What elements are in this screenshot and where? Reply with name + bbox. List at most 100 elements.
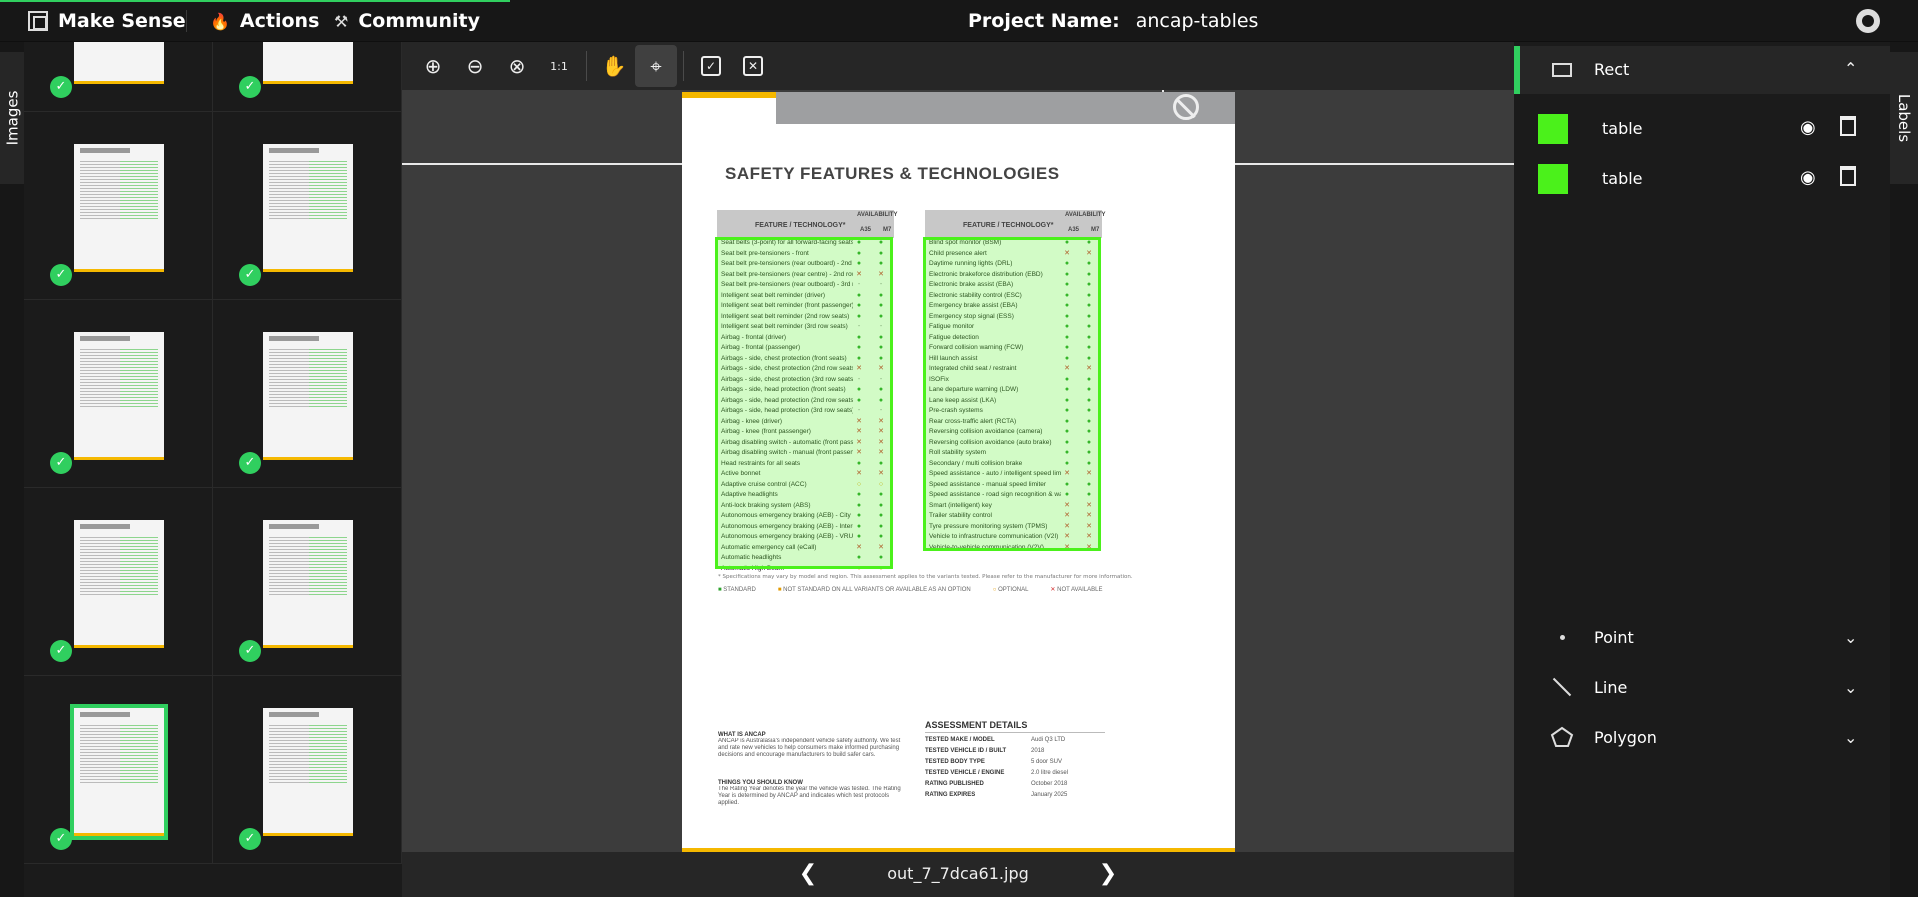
image-thumbnail[interactable]: ✓ xyxy=(24,42,213,112)
check-icon: ✓ xyxy=(50,264,72,286)
project-name-label: Project Name: xyxy=(968,10,1120,32)
image-thumbnail[interactable]: ✓ xyxy=(213,112,402,300)
thumbnail-image xyxy=(74,520,164,648)
community-icon: ⚒ xyxy=(334,11,349,31)
image-thumbnail[interactable]: ✓ xyxy=(24,676,213,864)
brand[interactable]: Make Sense xyxy=(28,9,186,33)
no-entry-icon xyxy=(1173,94,1199,120)
assessment-key: TESTED BODY TYPE xyxy=(925,759,985,765)
eye-icon[interactable]: ◉ xyxy=(1800,167,1816,188)
assessment-row: RATING EXPIRES January 2025 xyxy=(925,792,1105,803)
label-item[interactable]: table ◉ xyxy=(1538,158,1868,198)
image-thumbnail[interactable]: ✓ xyxy=(213,488,402,676)
image-thumbnail[interactable]: ✓ xyxy=(213,300,402,488)
image-thumbnail-list[interactable]: ✓ ✓ ✓ ✓ ✓ ✓ ✓ ✓ ✓ ✓ xyxy=(24,42,402,897)
check-icon: ✓ xyxy=(50,828,72,850)
crosshair-icon[interactable]: ⌖ xyxy=(635,45,677,87)
assessment-key: TESTED MAKE / MODEL xyxy=(925,737,995,743)
label-color-swatch[interactable] xyxy=(1538,164,1568,194)
reject-all-icon[interactable]: ✕ xyxy=(732,45,774,87)
zoom-in-icon[interactable]: ⊕ xyxy=(412,45,454,87)
assessment-row: TESTED MAKE / MODEL Audi Q3 LTD xyxy=(925,737,1105,748)
crosshair-center-dot xyxy=(1158,159,1168,169)
rect-tool-header[interactable]: Rect ⌃ xyxy=(1514,46,1890,94)
divider xyxy=(186,10,187,32)
images-tab[interactable]: Images xyxy=(0,52,24,184)
legend-item: ■ STANDARD xyxy=(718,587,756,593)
label-panel: Rect ⌃ table ◉ table ◉ Point ⌄ Line ⌄ Polyg… xyxy=(1514,42,1890,897)
col1-header: A35 xyxy=(860,227,872,233)
document-image[interactable]: SAFETY FEATURES & TECHNOLOGIES FEATURE /… xyxy=(682,92,1235,852)
assessment-value: October 2018 xyxy=(1031,781,1068,787)
eye-icon[interactable]: ◉ xyxy=(1800,117,1816,138)
polygon-icon xyxy=(1548,723,1576,751)
accept-all-icon[interactable]: ✓ xyxy=(690,45,732,87)
image-thumbnail[interactable]: ✓ xyxy=(24,112,213,300)
col2-header: M7 xyxy=(883,227,892,233)
image-thumbnail[interactable]: ✓ xyxy=(213,676,402,864)
chevron-down-icon[interactable]: ⌄ xyxy=(1844,678,1857,697)
image-editor[interactable]: ⊕ ⊖ ⊗ 1:1 ✋ ⌖ ✓ ✕ SAFETY FEATURES & TECH… xyxy=(402,42,1514,852)
assessment-details: ASSESSMENT DETAILS TESTED MAKE / MODEL Au… xyxy=(925,720,1105,803)
assessment-value: 5 door SUV xyxy=(1031,759,1063,765)
assessment-row: TESTED VEHICLE / ENGINE 2.0 litre diesel xyxy=(925,770,1105,781)
labels-tab[interactable]: Labels xyxy=(1890,52,1918,184)
check-icon: ✓ xyxy=(239,76,261,98)
image-thumbnail[interactable]: ✓ xyxy=(24,488,213,676)
polygon-tool-row[interactable]: Polygon ⌄ xyxy=(1514,713,1890,761)
col1-header: A35 xyxy=(1068,227,1080,233)
point-icon xyxy=(1548,623,1576,651)
legend-text: STANDARD xyxy=(723,587,756,593)
chevron-up-icon[interactable]: ⌃ xyxy=(1844,59,1857,78)
thumbnail-image xyxy=(263,708,353,836)
label-color-swatch[interactable] xyxy=(1538,114,1568,144)
left-table-header: FEATURE / TECHNOLOGY* AVAILABILITY A35 M… xyxy=(717,210,897,238)
next-image-button[interactable]: ❯ xyxy=(1094,860,1122,888)
doc-footnote: * Specifications may vary by model and r… xyxy=(718,574,1133,580)
label-name[interactable]: table xyxy=(1602,119,1643,138)
thumbnail-image xyxy=(263,144,353,272)
image-thumbnail[interactable]: ✓ xyxy=(213,42,402,112)
zoom-reset-icon[interactable]: 1:1 xyxy=(538,45,580,87)
line-tool-row[interactable]: Line ⌄ xyxy=(1514,663,1890,711)
point-tool-row[interactable]: Point ⌄ xyxy=(1514,613,1890,661)
assessment-key: RATING EXPIRES xyxy=(925,792,976,798)
right-side-tab-bar: Labels xyxy=(1890,42,1918,897)
community-menu[interactable]: ⚒ Community xyxy=(334,9,480,33)
right-table-header: FEATURE / TECHNOLOGY* AVAILABILITY A35 M… xyxy=(925,210,1105,238)
label-name[interactable]: table xyxy=(1602,169,1643,188)
label-item[interactable]: table ◉ xyxy=(1538,108,1868,148)
check-icon: ✓ xyxy=(50,452,72,474)
images-tab-label: Images xyxy=(3,90,22,146)
assessment-value: 2018 xyxy=(1031,748,1045,754)
zoom-fit-icon[interactable]: ⊗ xyxy=(496,45,538,87)
project-name-value[interactable]: ancap-tables xyxy=(1136,10,1259,32)
bbox-table-2[interactable] xyxy=(923,237,1101,551)
assessment-value: January 2025 xyxy=(1031,792,1068,798)
assessment-row: TESTED BODY TYPE 5 door SUV xyxy=(925,759,1105,770)
doc-header-band xyxy=(776,92,1235,124)
chevron-down-icon[interactable]: ⌄ xyxy=(1844,628,1857,647)
actions-menu[interactable]: 🔥 Actions xyxy=(210,9,319,33)
delete-icon[interactable] xyxy=(1840,166,1856,186)
delete-icon[interactable] xyxy=(1840,116,1856,136)
hand-icon[interactable]: ✋ xyxy=(593,45,635,87)
polygon-tool-label: Polygon xyxy=(1594,727,1657,747)
chevron-down-icon[interactable]: ⌄ xyxy=(1844,728,1857,747)
current-filename: out_7_7dca61.jpg xyxy=(887,864,1029,883)
legend-text: NOT STANDARD ON ALL VARIANTS OR AVAILABL… xyxy=(783,587,971,593)
image-thumbnail[interactable]: ✓ xyxy=(24,300,213,488)
legend-item: ■ NOT STANDARD ON ALL VARIANTS OR AVAILA… xyxy=(778,587,971,593)
footer-text-2: The Rating Year denotes the year the veh… xyxy=(718,786,901,806)
doc-legend: ■ STANDARD ■ NOT STANDARD ON ALL VARIANTS… xyxy=(718,586,1188,593)
left-side-tab-bar: Images xyxy=(0,42,24,897)
github-icon[interactable] xyxy=(1856,9,1880,33)
col2-header: M7 xyxy=(1091,227,1100,233)
fire-icon: 🔥 xyxy=(210,11,230,31)
thumbnail-image xyxy=(74,144,164,272)
assessment-value: Audi Q3 LTD xyxy=(1031,737,1066,743)
bbox-table-1[interactable] xyxy=(715,237,893,569)
top-navigation-bar: Make Sense 🔥 Actions ⚒ Community Project… xyxy=(0,0,1918,42)
zoom-out-icon[interactable]: ⊖ xyxy=(454,45,496,87)
logo-icon xyxy=(28,11,48,31)
